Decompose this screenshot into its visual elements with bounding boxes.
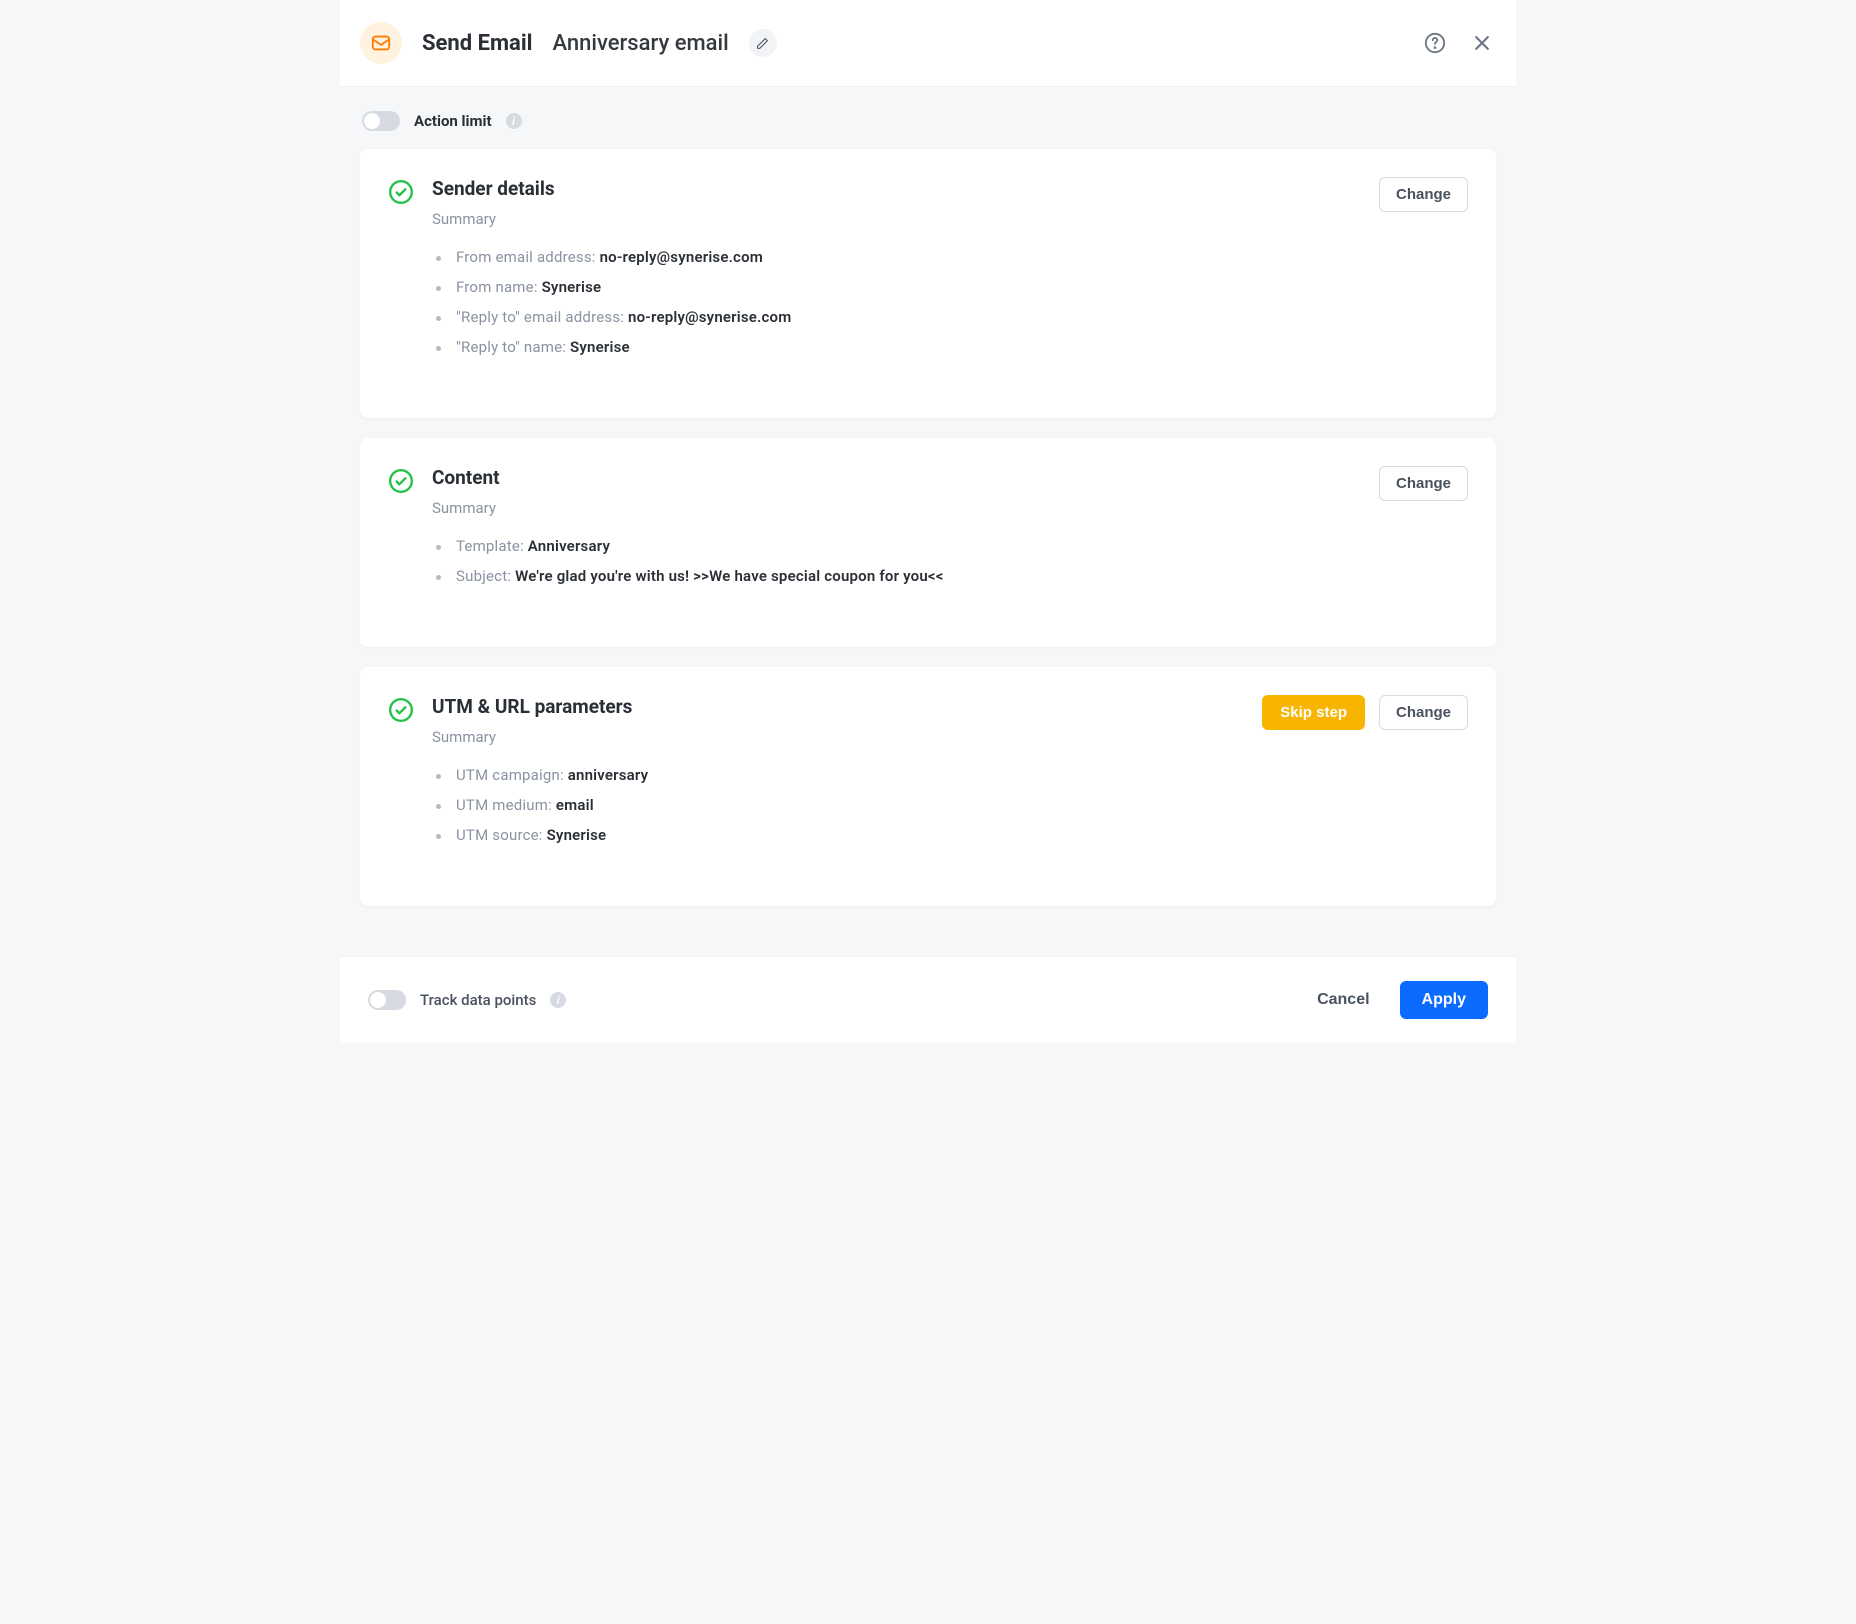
page-title: Send Email: [422, 31, 532, 56]
content-card: Content Summary Change Template: Anniver…: [360, 438, 1496, 647]
check-icon: [388, 697, 414, 727]
item-label: "Reply to" email address:: [456, 308, 628, 326]
sender-details-card: Sender details Summary Change From email…: [360, 149, 1496, 418]
card-title: UTM & URL parameters: [432, 695, 1244, 718]
card-head-main: Content Summary: [432, 466, 1361, 517]
card-title: Content: [432, 466, 1361, 489]
apply-button[interactable]: Apply: [1400, 981, 1488, 1019]
summary-list: Template: Anniversary Subject: We're gla…: [436, 537, 1468, 585]
list-item: From email address: no-reply@synerise.co…: [436, 248, 1468, 266]
action-limit-toggle[interactable]: [362, 111, 400, 131]
item-value: no-reply@synerise.com: [628, 308, 791, 326]
footer: Track data points i Cancel Apply: [340, 956, 1516, 1043]
summary-list: From email address: no-reply@synerise.co…: [436, 248, 1468, 356]
help-button[interactable]: [1424, 32, 1446, 54]
list-item: From name: Synerise: [436, 278, 1468, 296]
skip-step-button[interactable]: Skip step: [1262, 695, 1365, 730]
edit-title-button[interactable]: [749, 29, 777, 57]
card-head-main: UTM & URL parameters Summary: [432, 695, 1244, 746]
list-item: Template: Anniversary: [436, 537, 1468, 555]
action-limit-label: Action limit: [414, 112, 492, 130]
change-button[interactable]: Change: [1379, 177, 1468, 212]
card-subtitle: Summary: [432, 728, 1244, 746]
item-label: UTM source:: [456, 826, 547, 844]
check-icon: [388, 179, 414, 209]
pencil-icon: [756, 37, 769, 50]
item-value: Anniversary: [528, 537, 610, 555]
page: Send Email Anniversary email Action limi…: [340, 0, 1516, 1043]
item-label: Template:: [456, 537, 528, 555]
item-value: Synerise: [542, 278, 602, 296]
utm-card: UTM & URL parameters Summary Skip step C…: [360, 667, 1496, 906]
item-value: email: [556, 796, 594, 814]
card-title: Sender details: [432, 177, 1361, 200]
card-head: UTM & URL parameters Summary Skip step C…: [388, 695, 1468, 746]
list-item: "Reply to" email address: no-reply@syner…: [436, 308, 1468, 326]
item-value: We're glad you're with us! >>We have spe…: [515, 567, 944, 585]
item-label: From name:: [456, 278, 542, 296]
item-label: UTM campaign:: [456, 766, 568, 784]
item-value: Synerise: [547, 826, 607, 844]
card-head: Content Summary Change: [388, 466, 1468, 517]
item-label: "Reply to" name:: [456, 338, 570, 356]
list-item: "Reply to" name: Synerise: [436, 338, 1468, 356]
header: Send Email Anniversary email: [340, 0, 1516, 87]
card-actions: Change: [1379, 466, 1468, 501]
card-subtitle: Summary: [432, 210, 1361, 228]
item-label: UTM medium:: [456, 796, 556, 814]
item-label: From email address:: [456, 248, 600, 266]
card-head-main: Sender details Summary: [432, 177, 1361, 228]
body: Action limit i Sender details Summary Ch…: [340, 87, 1516, 956]
card-actions: Skip step Change: [1262, 695, 1468, 730]
list-item: UTM medium: email: [436, 796, 1468, 814]
item-value: Synerise: [570, 338, 630, 356]
close-button[interactable]: [1472, 33, 1492, 53]
footer-left: Track data points i: [368, 990, 1301, 1010]
check-icon: [388, 468, 414, 498]
list-item: Subject: We're glad you're with us! >>We…: [436, 567, 1468, 585]
page-subtitle: Anniversary email: [552, 31, 728, 56]
action-limit-row: Action limit i: [360, 105, 1496, 149]
cancel-button[interactable]: Cancel: [1301, 981, 1385, 1019]
change-button[interactable]: Change: [1379, 695, 1468, 730]
header-right: [1424, 32, 1492, 54]
info-icon[interactable]: i: [506, 113, 522, 129]
card-actions: Change: [1379, 177, 1468, 212]
header-left: Send Email Anniversary email: [360, 22, 1424, 64]
close-icon: [1472, 33, 1492, 53]
change-button[interactable]: Change: [1379, 466, 1468, 501]
track-data-points-label: Track data points: [420, 991, 536, 1009]
list-item: UTM source: Synerise: [436, 826, 1468, 844]
help-icon: [1424, 32, 1446, 54]
info-icon[interactable]: i: [550, 992, 566, 1008]
item-value: no-reply@synerise.com: [600, 248, 763, 266]
mail-icon: [360, 22, 402, 64]
card-head: Sender details Summary Change: [388, 177, 1468, 228]
list-item: UTM campaign: anniversary: [436, 766, 1468, 784]
track-data-points-toggle[interactable]: [368, 990, 406, 1010]
item-label: Subject:: [456, 567, 515, 585]
card-subtitle: Summary: [432, 499, 1361, 517]
item-value: anniversary: [568, 766, 649, 784]
summary-list: UTM campaign: anniversary UTM medium: em…: [436, 766, 1468, 844]
